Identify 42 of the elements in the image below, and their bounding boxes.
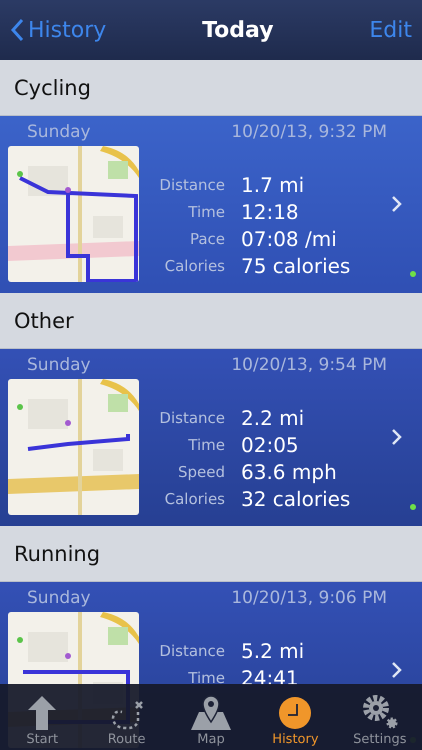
chevron-icon bbox=[391, 661, 402, 679]
stat-label: Pace bbox=[188, 229, 225, 250]
stat-label: Calories bbox=[164, 256, 225, 277]
clock-icon bbox=[278, 696, 312, 730]
stat-value: 07:08 /mi bbox=[241, 226, 338, 253]
workout-card[interactable]: Sunday 10/20/13, 9:32 PM Distance 1.7 mi Time 12:18 Pace 07:08 /mi Calories 75 calories bbox=[0, 116, 422, 293]
day-label: Sunday bbox=[27, 355, 91, 375]
section-title: Cycling bbox=[14, 76, 91, 100]
stat-label: Speed bbox=[176, 462, 225, 483]
chevron-icon bbox=[391, 428, 402, 446]
stat-label: Calories bbox=[164, 489, 225, 510]
stat-value: 63.6 mph bbox=[241, 459, 338, 486]
back-link[interactable]: History bbox=[10, 18, 106, 42]
date-label: 10/20/13, 9:06 PM bbox=[231, 588, 387, 608]
stat-value: 12:18 bbox=[241, 199, 300, 226]
date-label: 10/20/13, 9:54 PM bbox=[231, 355, 387, 375]
stat-label: Time bbox=[187, 202, 225, 223]
tab-button[interactable]: Start bbox=[0, 684, 84, 750]
section-title: Running bbox=[14, 542, 100, 566]
stat-label: Distance bbox=[158, 175, 225, 196]
stat-label: Distance bbox=[158, 408, 225, 429]
stat-value: 5.2 mi bbox=[241, 638, 304, 665]
map-pin-icon bbox=[191, 694, 232, 730]
stat-value: 32 calories bbox=[241, 486, 350, 513]
screen-title: Today bbox=[202, 18, 274, 42]
stat-label: Time bbox=[187, 435, 225, 456]
stat-value: 02:05 bbox=[241, 432, 300, 459]
workout-card[interactable]: Sunday 10/20/13, 9:54 PM Distance 2.2 mi Time 02:05 Speed 63.6 mph Calories 32 calories bbox=[0, 349, 422, 526]
day-label: Sunday bbox=[27, 588, 91, 608]
date-label: 10/20/13, 9:32 PM bbox=[231, 122, 387, 142]
stat-value: 2.2 mi bbox=[241, 405, 306, 432]
stat-label: Distance bbox=[158, 641, 225, 662]
stat-value: 1.7 mi bbox=[241, 172, 306, 199]
stat-value: 75 calories bbox=[241, 253, 350, 280]
up-arrow-icon bbox=[28, 696, 56, 730]
back-chevron-icon bbox=[10, 18, 24, 42]
tab-button[interactable]: Route bbox=[84, 684, 169, 750]
tab-button[interactable]: Settings bbox=[338, 684, 422, 750]
day-label: Sunday bbox=[27, 122, 91, 142]
chevron-icon bbox=[391, 195, 402, 213]
section-title: Other bbox=[14, 308, 74, 332]
edit-link[interactable]: Edit bbox=[369, 18, 412, 42]
